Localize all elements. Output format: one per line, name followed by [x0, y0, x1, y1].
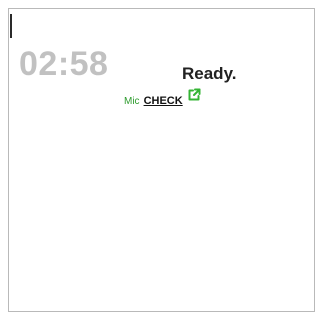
external-link-icon-graphic — [188, 88, 201, 101]
mic-check-link[interactable]: CHECK — [144, 95, 183, 107]
mic-check-row: Mic CHECK — [124, 88, 201, 111]
countdown-timer: 02:58 — [19, 45, 109, 83]
text-cursor — [10, 14, 12, 38]
status-text: Ready. — [182, 64, 237, 83]
mic-label: Mic — [124, 95, 140, 107]
external-link-icon[interactable] — [187, 88, 201, 102]
